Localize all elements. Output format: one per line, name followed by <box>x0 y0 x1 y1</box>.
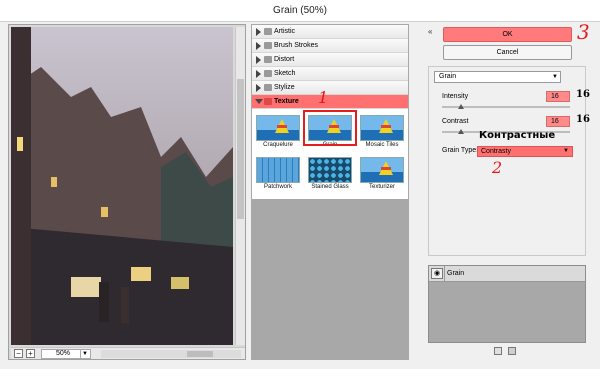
preview-vertical-scrollbar[interactable] <box>235 27 245 345</box>
contrast-label: Contrast <box>442 118 469 125</box>
category-label: Brush Strokes <box>274 42 318 49</box>
category-stylize[interactable]: Stylize <box>252 81 408 95</box>
filter-select-value: Grain <box>439 73 457 80</box>
intensity-input[interactable]: 16 <box>546 91 570 102</box>
category-label: Artistic <box>274 28 295 35</box>
thumb-image <box>360 157 404 183</box>
collapse-arrow-icon <box>255 99 263 104</box>
zoom-level-value: 50% <box>56 350 71 357</box>
thumb-image <box>360 115 404 141</box>
preview-photo <box>11 27 233 345</box>
thumb-patchwork[interactable]: Patchwork <box>254 157 302 199</box>
filter-category-tree: Artistic Brush Strokes Distort Sketch St… <box>251 24 409 360</box>
annotation-number-1: 1 <box>318 88 329 107</box>
effect-layers-panel: ◉ Grain <box>428 265 586 343</box>
grain-type-label: Grain Type: <box>442 147 479 154</box>
zoom-in-button[interactable]: + <box>26 349 35 358</box>
preview-image[interactable] <box>11 27 233 345</box>
intensity-label: Intensity <box>442 93 469 100</box>
expand-arrow-icon <box>256 42 261 50</box>
thumb-label: Craquelure <box>263 142 293 148</box>
contrast-slider-handle[interactable] <box>458 129 464 134</box>
new-effect-layer-icon[interactable] <box>494 347 502 355</box>
folder-icon <box>264 42 272 49</box>
thumb-image <box>303 110 357 146</box>
category-brush-strokes[interactable]: Brush Strokes <box>252 39 408 53</box>
tree-empty-area <box>252 199 408 359</box>
texture-thumbnails: Craquelure Grain Mosaic Tiles Patchwork … <box>252 109 408 199</box>
category-artistic[interactable]: Artistic <box>252 25 408 39</box>
effect-layer-name: Grain <box>447 270 465 277</box>
thumb-label: Grain <box>322 142 338 148</box>
zoom-level-select[interactable]: 50% ▼ <box>41 349 91 359</box>
annotation-intensity-16: 16 <box>576 89 590 100</box>
thumb-craquelure[interactable]: Craquelure <box>254 115 302 157</box>
category-label: Stylize <box>274 84 295 91</box>
intensity-slider[interactable] <box>442 104 570 109</box>
expand-arrow-icon <box>256 70 261 78</box>
category-label: Distort <box>274 56 295 63</box>
folder-icon <box>264 70 272 77</box>
annotation-number-3: 3 <box>577 20 590 44</box>
layer-row-divider <box>444 266 445 281</box>
annotation-contrast-16: 16 <box>576 114 590 125</box>
annotation-russian-label: Контрастные <box>479 130 556 141</box>
eye-icon[interactable]: ◉ <box>431 268 443 279</box>
intensity-slider-handle[interactable] <box>458 104 464 109</box>
contrast-input[interactable]: 16 <box>546 116 570 127</box>
preview-zoom-bar: − + 50% ▼ <box>11 347 245 359</box>
ok-button[interactable]: OK <box>443 27 572 42</box>
category-label: Texture <box>274 98 299 105</box>
filter-select[interactable]: Grain ▼ <box>434 71 561 83</box>
folder-icon <box>264 98 272 105</box>
grain-type-value: Contrasty <box>481 148 511 155</box>
annotation-number-2: 2 <box>492 158 503 177</box>
category-label: Sketch <box>274 70 296 77</box>
expand-arrow-icon <box>256 84 261 92</box>
cancel-button[interactable]: Cancel <box>443 45 572 60</box>
thumb-image <box>308 157 352 183</box>
preview-panel: − + 50% ▼ <box>8 24 246 360</box>
expand-arrow-icon <box>256 56 261 64</box>
preview-horizontal-scrollbar[interactable] <box>101 350 241 358</box>
category-sketch[interactable]: Sketch <box>252 67 408 81</box>
thumb-label: Patchwork <box>263 184 292 190</box>
thumb-label: Mosaic Tiles <box>365 142 399 148</box>
effect-layer-row[interactable]: ◉ Grain <box>429 266 585 282</box>
expand-arrow-icon <box>256 28 261 36</box>
collapse-panel-icon[interactable]: « <box>428 27 432 36</box>
thumb-texturizer[interactable]: Texturizer <box>358 157 406 199</box>
thumb-image <box>256 115 300 141</box>
vertical-scroll-thumb[interactable] <box>237 79 244 219</box>
category-distort[interactable]: Distort <box>252 53 408 67</box>
category-texture[interactable]: Texture <box>252 95 408 109</box>
thumb-label: Texturizer <box>368 184 395 190</box>
thumb-mosaic-tiles[interactable]: Mosaic Tiles <box>358 115 406 157</box>
delete-effect-layer-icon[interactable] <box>508 347 516 355</box>
chevron-down-icon: ▼ <box>80 350 89 358</box>
thumb-label: Stained Glass <box>311 184 349 190</box>
chevron-down-icon: ▼ <box>563 148 569 154</box>
folder-icon <box>264 84 272 91</box>
window-title: Grain (50%) <box>0 0 600 22</box>
thumb-grain[interactable]: Grain <box>303 110 357 157</box>
chevron-down-icon: ▼ <box>552 74 558 80</box>
zoom-out-button[interactable]: − <box>14 349 23 358</box>
filter-gallery-window: Grain (50%) − + 50% ▼ Artistic Brush Str… <box>0 0 600 369</box>
horizontal-scroll-thumb[interactable] <box>187 351 213 357</box>
thumb-stained-glass[interactable]: Stained Glass <box>306 157 354 199</box>
thumb-image <box>256 157 300 183</box>
folder-icon <box>264 56 272 63</box>
grain-type-select[interactable]: Contrasty ▼ <box>477 146 573 157</box>
folder-icon <box>264 28 272 35</box>
